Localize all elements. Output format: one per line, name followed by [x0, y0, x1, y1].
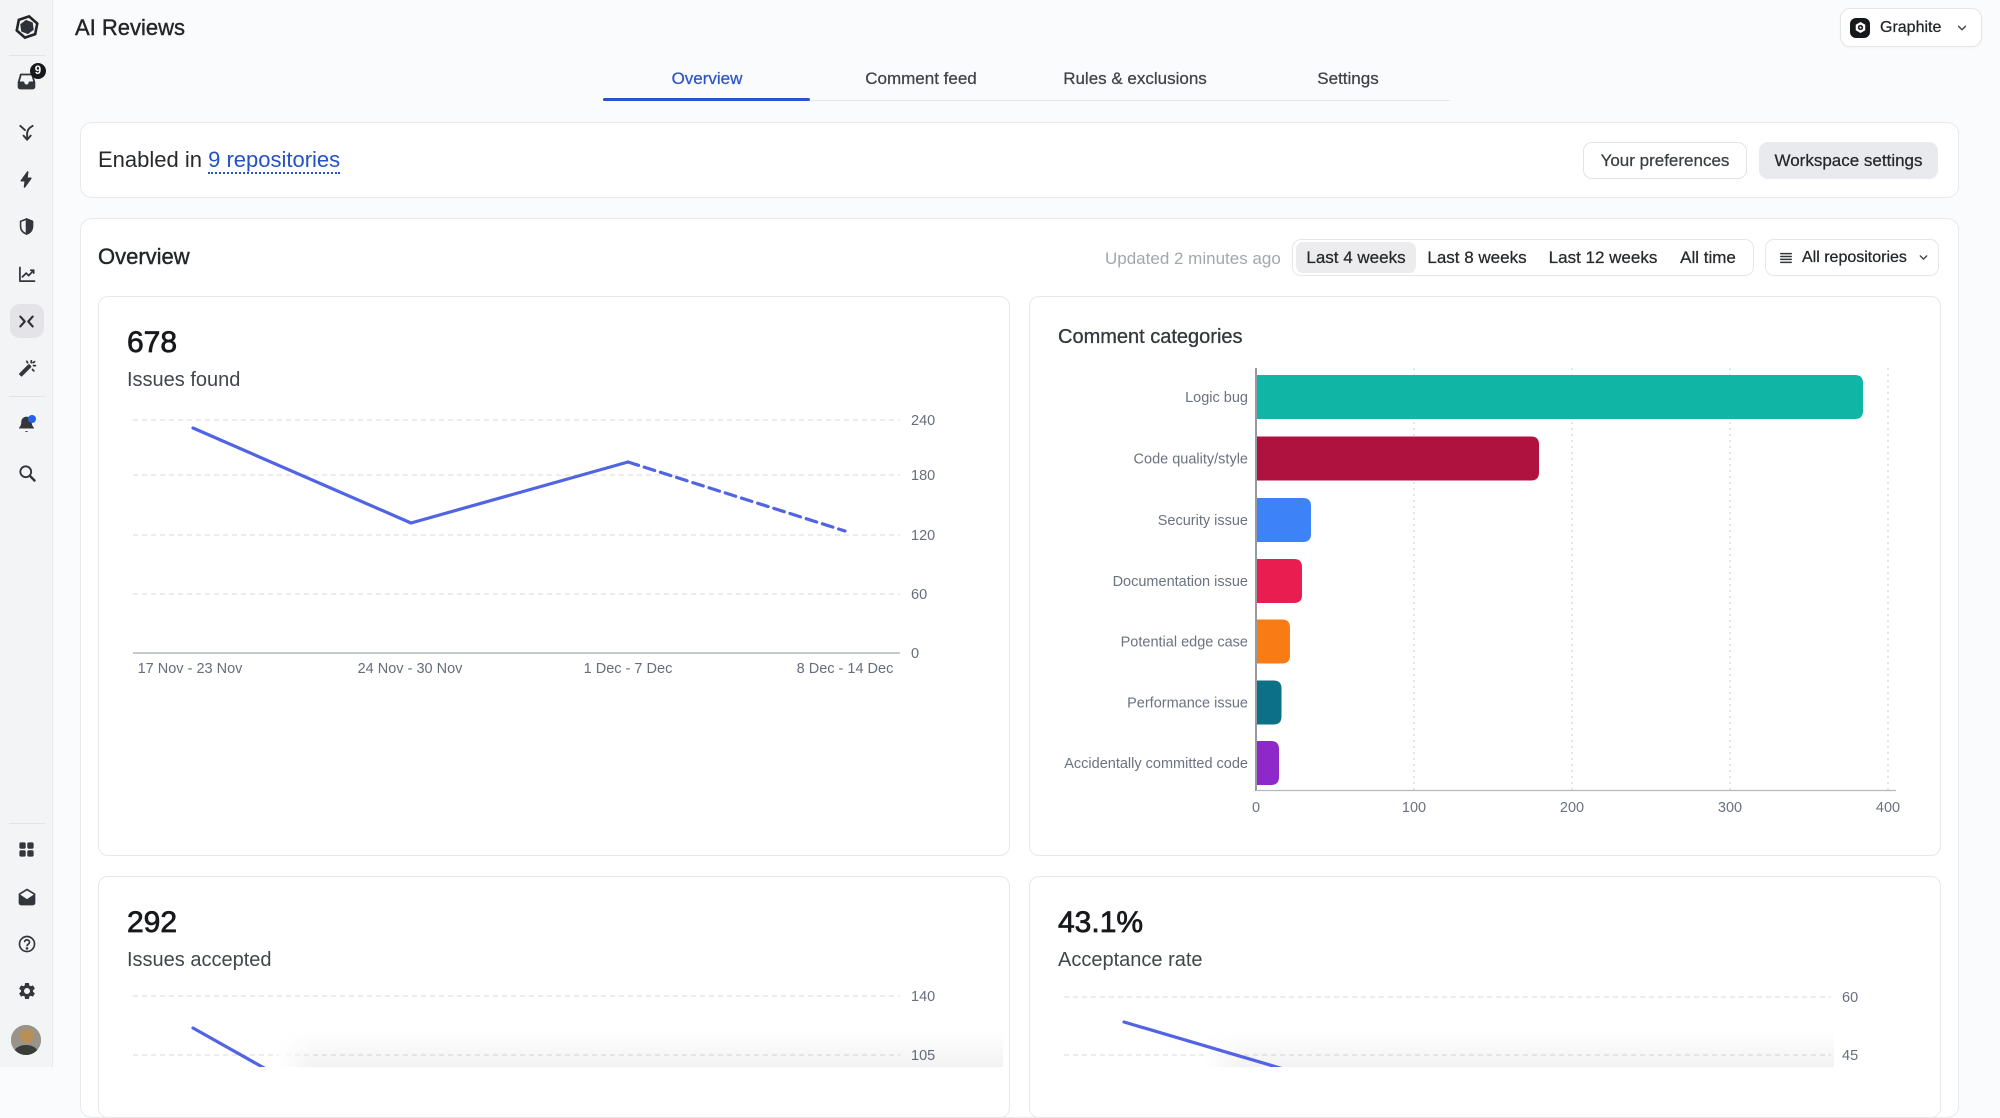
svg-text:Logic bug: Logic bug	[1185, 390, 1248, 406]
svg-text:240: 240	[911, 413, 935, 429]
svg-text:140: 140	[911, 989, 935, 1005]
svg-text:24 Nov - 30 Nov: 24 Nov - 30 Nov	[358, 661, 464, 677]
svg-text:400: 400	[1876, 800, 1900, 816]
svg-text:Accidentally committed code: Accidentally committed code	[1064, 756, 1248, 772]
svg-text:1 Dec - 7 Dec: 1 Dec - 7 Dec	[584, 661, 673, 677]
svg-text:300: 300	[1718, 800, 1742, 816]
svg-text:200: 200	[1560, 800, 1584, 816]
svg-text:60: 60	[1842, 990, 1858, 1006]
svg-text:8 Dec - 14 Dec: 8 Dec - 14 Dec	[797, 661, 894, 677]
svg-text:0: 0	[1252, 800, 1260, 816]
svg-text:17 Nov - 23 Nov: 17 Nov - 23 Nov	[138, 661, 244, 677]
svg-text:Documentation issue: Documentation issue	[1113, 574, 1248, 590]
svg-text:60: 60	[911, 587, 927, 603]
svg-text:100: 100	[1402, 800, 1426, 816]
svg-text:120: 120	[911, 528, 935, 544]
svg-text:45: 45	[1842, 1048, 1858, 1064]
svg-text:180: 180	[911, 468, 935, 484]
svg-text:0: 0	[911, 646, 919, 662]
svg-text:Potential edge case: Potential edge case	[1121, 635, 1248, 651]
svg-text:Security issue: Security issue	[1158, 513, 1248, 529]
svg-text:Code quality/style: Code quality/style	[1134, 452, 1248, 468]
svg-text:Performance issue: Performance issue	[1127, 696, 1248, 712]
